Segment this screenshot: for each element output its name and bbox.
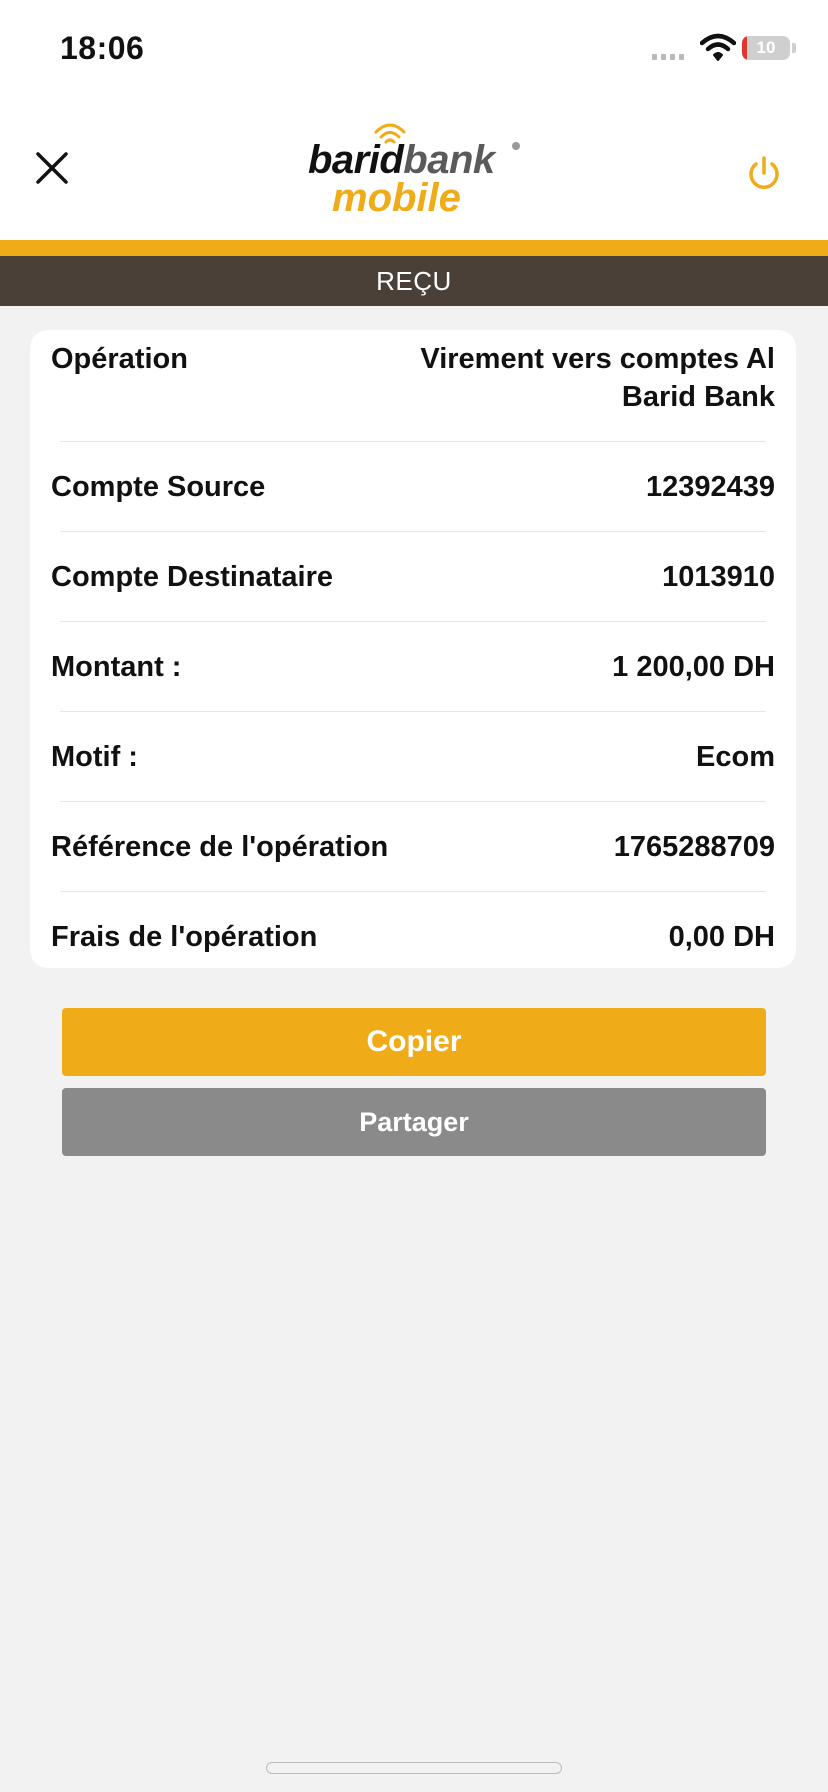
receipt-label-motif: Motif : <box>51 741 138 773</box>
receipt-divider <box>60 441 766 442</box>
receipt-value-compte-destinataire: 1013910 <box>662 561 775 593</box>
close-icon[interactable] <box>30 146 74 190</box>
cellular-signal-icon <box>652 54 684 60</box>
receipt-label-operation: Opération <box>51 343 188 375</box>
receipt-divider <box>60 891 766 892</box>
receipt-divider <box>60 621 766 622</box>
copy-button[interactable]: Copier <box>62 1008 766 1076</box>
receipt-value-reference: 1765288709 <box>613 831 775 863</box>
wifi-icon <box>700 33 736 61</box>
receipt-label-frais: Frais de l'opération <box>51 921 318 953</box>
power-icon[interactable] <box>744 154 784 194</box>
baridbank-mobile-logo: baridbank mobile <box>300 120 540 220</box>
page-title: REÇU <box>376 265 452 296</box>
receipt-value-motif: Ecom <box>696 741 775 773</box>
accent-bar <box>0 240 828 256</box>
receipt-card: Opération Virement vers comptes Al Barid… <box>30 330 796 968</box>
receipt-label-montant: Montant : <box>51 651 182 683</box>
home-indicator[interactable] <box>266 1762 562 1774</box>
receipt-label-compte-destinataire: Compte Destinataire <box>51 561 334 593</box>
receipt-label-reference: Référence de l'opération <box>51 831 389 863</box>
receipt-label-compte-source: Compte Source <box>51 471 266 503</box>
share-button[interactable]: Partager <box>62 1088 766 1156</box>
logo-mobile: mobile <box>332 176 461 220</box>
receipt-divider <box>60 711 766 712</box>
page-title-bar: REÇU <box>0 256 828 306</box>
status-time: 18:06 <box>60 30 145 66</box>
receipt-value-frais: 0,00 DH <box>668 921 775 953</box>
battery-percentage: 10 <box>756 38 776 57</box>
receipt-value-compte-source: 12392439 <box>645 471 775 503</box>
receipt-divider <box>60 531 766 532</box>
receipt-value-montant: 1 200,00 DH <box>612 651 775 683</box>
app-header: baridbank mobile <box>0 100 828 240</box>
registered-mark <box>512 142 520 150</box>
battery-icon: 10 <box>742 36 790 60</box>
battery-tip <box>792 43 796 53</box>
status-bar: 18:06 10 <box>0 0 828 100</box>
receipt-divider <box>60 801 766 802</box>
receipt-value-operation: Virement vers comptes Al Barid Bank <box>420 343 775 413</box>
